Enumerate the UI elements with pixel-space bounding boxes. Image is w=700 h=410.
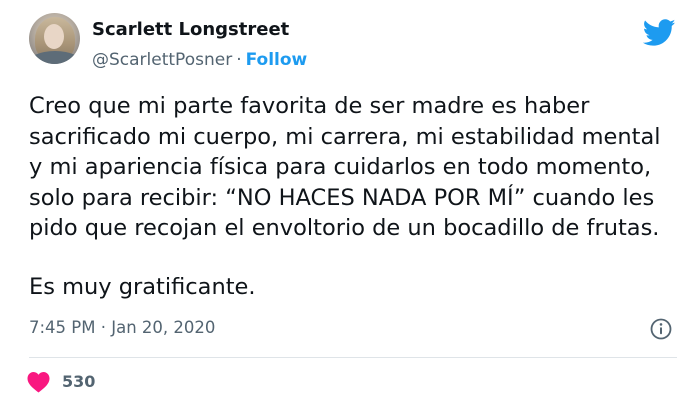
user-name[interactable]: Scarlett Longstreet <box>92 19 289 40</box>
follow-button[interactable]: Follow <box>246 50 308 70</box>
avatar[interactable] <box>29 13 80 64</box>
tweet-text: Creo que mi parte favorita de ser madre … <box>29 91 689 302</box>
twitter-bird-icon[interactable] <box>643 19 676 47</box>
tweet-line: solo para recibir: “NO HACES NADA POR MÍ… <box>29 184 655 211</box>
tweet-line: Creo que mi parte favorita de ser madre … <box>29 93 590 119</box>
avatar-shoulders <box>29 51 80 64</box>
tweet-line: sacrificado mi cuerpo, mi carrera, mi es… <box>29 123 661 150</box>
tweet-line: pido que recojan el envoltorio de un boc… <box>29 215 660 241</box>
separator-dot: · <box>236 50 242 70</box>
heart-icon[interactable] <box>26 371 51 393</box>
tweet-timestamp[interactable]: 7:45 PM · Jan 20, 2020 <box>29 318 215 337</box>
tweet-line: y mi apariencia física para cuidarlos en… <box>29 154 652 180</box>
avatar-face <box>44 24 64 49</box>
divider <box>29 357 677 358</box>
tweet-card: Scarlett Longstreet @ScarlettPosner · Foll… <box>0 0 700 410</box>
info-icon[interactable] <box>650 318 672 340</box>
handle-row: @ScarlettPosner · Follow <box>92 50 307 70</box>
user-handle[interactable]: @ScarlettPosner <box>92 50 232 70</box>
tweet-closing-line: Es muy gratificante. <box>29 273 256 300</box>
like-count[interactable]: 530 <box>62 372 95 391</box>
